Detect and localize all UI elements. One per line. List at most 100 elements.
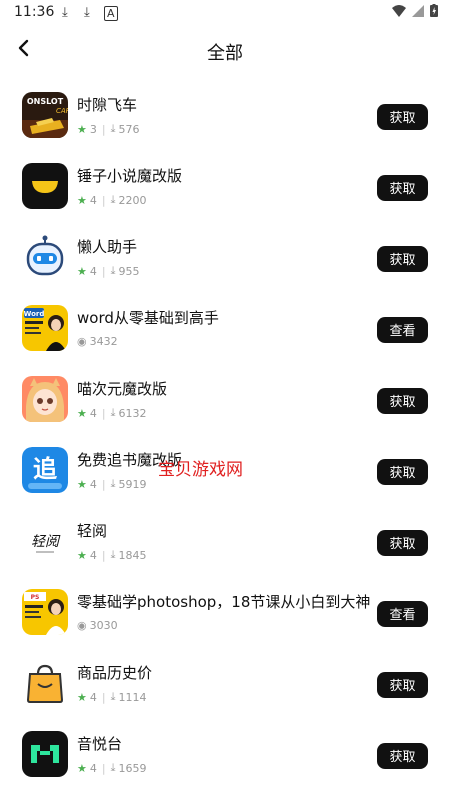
view-count: 3432 xyxy=(89,335,118,348)
download-icon: ⤓ xyxy=(62,5,68,20)
app-meta: ★ 4 | ⤓ 1114 xyxy=(77,690,146,704)
download-count-icon: ⤓ xyxy=(110,122,116,135)
star-icon: ★ xyxy=(77,761,87,775)
divider: | xyxy=(101,690,106,704)
svg-text:轻阅: 轻阅 xyxy=(31,534,61,550)
app-name[interactable]: 轻阅 xyxy=(77,520,107,541)
star-icon: ★ xyxy=(77,690,87,704)
wifi-icon xyxy=(392,4,406,17)
divider: | xyxy=(101,761,106,775)
get-button[interactable]: 获取 xyxy=(377,530,428,556)
get-button[interactable]: 获取 xyxy=(377,175,428,201)
svg-text:Word: Word xyxy=(24,310,45,318)
download-count: 2200 xyxy=(118,193,147,207)
app-meta: ★ 4 | ⤓ 1659 xyxy=(77,761,146,775)
views-icon: ◉ xyxy=(77,619,87,632)
star-icon: ★ xyxy=(77,477,87,491)
download-count-icon: ⤓ xyxy=(110,193,116,206)
download-icon: ⤓ xyxy=(84,5,90,20)
app-meta: ★ 3 | ⤓ 576 xyxy=(77,122,139,136)
app-name[interactable]: 锤子小说魔改版 xyxy=(77,165,182,186)
divider: | xyxy=(101,193,106,207)
rating: 4 xyxy=(89,548,97,562)
divider: | xyxy=(101,406,106,420)
view-button[interactable]: 查看 xyxy=(377,601,428,627)
download-count-icon: ⤓ xyxy=(110,690,116,703)
app-meta: ★ 4 | ⤓ 1845 xyxy=(77,548,146,562)
app-icon-free-reader: 追 xyxy=(22,447,68,493)
battery-icon xyxy=(430,4,438,17)
rating: 4 xyxy=(89,193,97,207)
rating: 4 xyxy=(89,477,97,491)
list-item[interactable]: 懒人助手 ★ 4 | ⤓ 955 获取 xyxy=(0,224,450,295)
app-icon-robot xyxy=(22,234,68,280)
star-icon: ★ xyxy=(77,193,87,207)
app-icon-shopping-bag xyxy=(22,660,68,706)
svg-text:ONSLOT: ONSLOT xyxy=(27,97,64,106)
status-time: 11:36 xyxy=(14,4,55,20)
app-name[interactable]: 音悦台 xyxy=(77,733,122,754)
rating: 3 xyxy=(89,122,97,136)
divider: | xyxy=(101,548,106,562)
download-count-icon: ⤓ xyxy=(110,548,116,561)
get-button[interactable]: 获取 xyxy=(377,672,428,698)
rating: 4 xyxy=(89,690,97,704)
divider: | xyxy=(101,122,106,136)
download-count: 955 xyxy=(118,264,140,278)
app-icon-photoshop-course: PS xyxy=(22,589,68,635)
download-count: 5919 xyxy=(118,477,147,491)
divider: | xyxy=(101,264,106,278)
app-meta: ★ 4 | ⤓ 5919 xyxy=(77,477,146,491)
app-icon-racing: ONSLOT CAR xyxy=(22,92,68,138)
get-button[interactable]: 获取 xyxy=(377,743,428,769)
app-name[interactable]: 商品历史价 xyxy=(77,662,152,683)
app-meta: ◉ 3432 xyxy=(77,335,118,348)
app-name[interactable]: 零基础学photoshop，18节课从小白到大神 xyxy=(77,591,370,612)
svg-text:CAR: CAR xyxy=(56,107,68,115)
list-item[interactable]: 音悦台 ★ 4 | ⤓ 1659 获取 xyxy=(0,721,450,792)
download-count-icon: ⤓ xyxy=(110,761,116,774)
list-item[interactable]: 商品历史价 ★ 4 | ⤓ 1114 获取 xyxy=(0,650,450,721)
app-icon-yinyuetai xyxy=(22,731,68,777)
divider: | xyxy=(101,477,106,491)
list-item[interactable]: PS 零基础学photoshop，18节课从小白到大神 ◉ 3030 查看 xyxy=(0,579,450,650)
app-meta: ◉ 3030 xyxy=(77,619,118,632)
rating: 4 xyxy=(89,761,97,775)
app-name[interactable]: 懒人助手 xyxy=(77,236,137,257)
get-button[interactable]: 获取 xyxy=(377,388,428,414)
app-meta: ★ 4 | ⤓ 955 xyxy=(77,264,139,278)
list-item[interactable]: 轻阅 轻阅 ★ 4 | ⤓ 1845 获取 xyxy=(0,508,450,579)
list-item[interactable]: 锤子小说魔改版 ★ 4 | ⤓ 2200 获取 xyxy=(0,153,450,224)
star-icon: ★ xyxy=(77,548,87,562)
app-name[interactable]: 时隙飞车 xyxy=(77,94,137,115)
svg-text:追: 追 xyxy=(33,455,58,483)
list-item[interactable]: Word word从零基础到高手 ◉ 3432 查看 xyxy=(0,295,450,366)
get-button[interactable]: 获取 xyxy=(377,104,428,130)
get-button[interactable]: 获取 xyxy=(377,459,428,485)
app-meta: ★ 4 | ⤓ 6132 xyxy=(77,406,146,420)
rating: 4 xyxy=(89,406,97,420)
page-title: 全部 xyxy=(207,43,243,64)
top-bar: 全部 xyxy=(0,26,450,74)
download-count: 1845 xyxy=(118,548,147,562)
status-bar: 11:36 ⤓ ⤓ A xyxy=(0,0,450,26)
rating: 4 xyxy=(89,264,97,278)
app-icon-word-course: Word xyxy=(22,305,68,351)
download-count: 1114 xyxy=(118,690,147,704)
download-count: 1659 xyxy=(118,761,147,775)
app-name[interactable]: word从零基础到高手 xyxy=(77,307,219,328)
signal-icon xyxy=(412,4,424,17)
star-icon: ★ xyxy=(77,122,87,136)
app-icon-hammer-novel xyxy=(22,163,68,209)
list-item[interactable]: ONSLOT CAR 时隙飞车 ★ 3 | ⤓ 576 获取 xyxy=(0,82,450,153)
view-count: 3030 xyxy=(89,619,118,632)
list-item[interactable]: 喵次元魔改版 ★ 4 | ⤓ 6132 获取 xyxy=(0,366,450,437)
view-button[interactable]: 查看 xyxy=(377,317,428,343)
download-count: 6132 xyxy=(118,406,147,420)
views-icon: ◉ xyxy=(77,335,87,348)
download-count-icon: ⤓ xyxy=(110,477,116,490)
get-button[interactable]: 获取 xyxy=(377,246,428,272)
app-name[interactable]: 喵次元魔改版 xyxy=(77,378,167,399)
download-count-icon: ⤓ xyxy=(110,406,116,419)
app-list: ONSLOT CAR 时隙飞车 ★ 3 | ⤓ 576 获取 锤子小说魔改版 ★… xyxy=(0,82,450,792)
